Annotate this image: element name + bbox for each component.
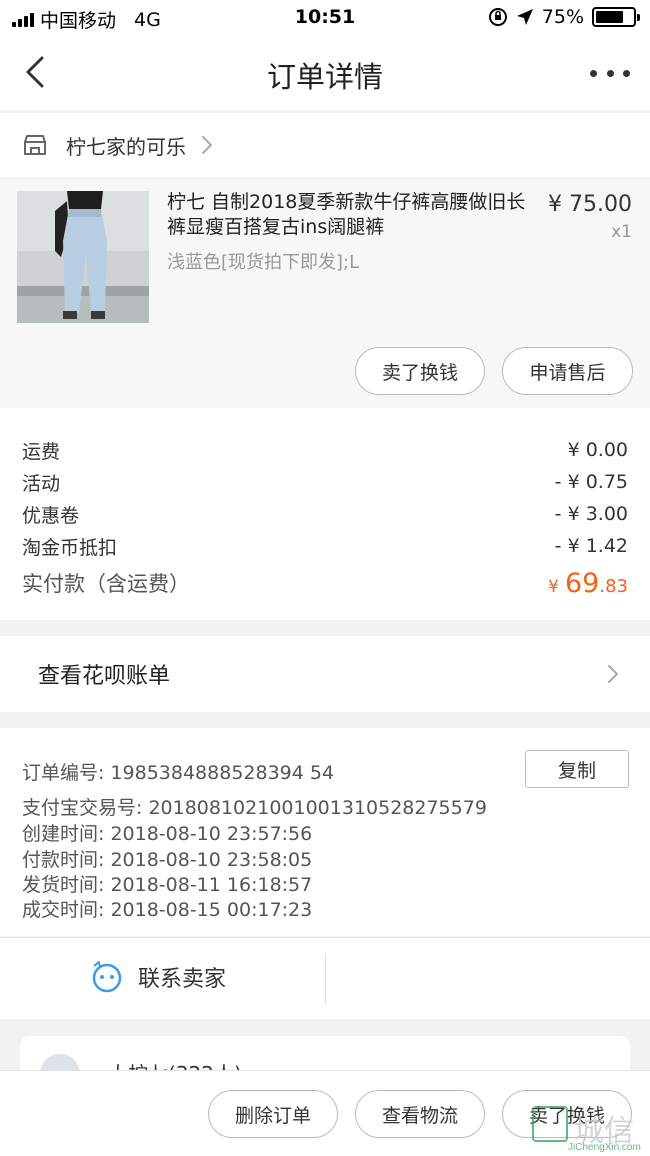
- product-price: ¥ 75.00: [548, 192, 632, 217]
- total-amount: ¥ 69.83: [548, 568, 628, 599]
- product-title[interactable]: 柠七 自制2018夏季新款牛仔裤高腰做旧长裤显瘦百搭复古ins阔腿裤: [167, 190, 527, 240]
- delete-order-button[interactable]: 删除订单: [208, 1090, 338, 1138]
- divider: [325, 954, 326, 1004]
- order-number: 订单编号: 1985384888528394 54: [22, 762, 335, 784]
- battery-icon: [592, 7, 640, 27]
- order-info: 订单编号: 1985384888528394 54 复制 支付宝交易号: 201…: [0, 728, 650, 936]
- sell-button[interactable]: 卖了换钱: [355, 347, 485, 395]
- coin-label: 淘金币抵扣: [22, 536, 118, 559]
- shipping-label: 运费: [22, 440, 61, 463]
- total-label: 实付款（含运费）: [22, 572, 190, 596]
- status-bar: 中国移动 4G 10:51 75%: [0, 0, 650, 36]
- shop-row[interactable]: 柠七家的可乐: [0, 113, 650, 177]
- huabei-bill-row[interactable]: 查看花呗账单: [0, 636, 650, 712]
- view-logistics-button[interactable]: 查看物流: [355, 1090, 485, 1138]
- total-decimal: .83: [599, 575, 628, 597]
- coupon-label: 优惠卷: [22, 504, 80, 527]
- fee-row-shipping: 运费 ¥ 0.00: [22, 434, 628, 466]
- contact-bar: 联系卖家: [0, 937, 650, 1019]
- activity-label: 活动: [22, 472, 61, 495]
- completed-time: 成交时间: 2018-08-15 00:17:23: [22, 899, 313, 921]
- created-time: 创建时间: 2018-08-10 23:57:56: [22, 823, 313, 845]
- alipay-trade-number: 支付宝交易号: 2018081021001001310528275579: [22, 797, 487, 819]
- watermark-en: JiChengXin.com: [568, 1142, 641, 1153]
- fee-row-coin: 淘金币抵扣 - ¥ 1.42: [22, 530, 628, 562]
- fee-summary: 运费 ¥ 0.00 活动 - ¥ 0.75 优惠卷 - ¥ 3.00 淘金币抵扣…: [0, 408, 650, 620]
- total-currency: ¥: [548, 576, 559, 597]
- shipped-time: 发货时间: 2018-08-11 16:18:57: [22, 874, 313, 896]
- product-thumbnail[interactable]: [17, 191, 149, 323]
- product-quantity: x1: [611, 222, 632, 242]
- nav-bar: 订单详情: [0, 36, 650, 110]
- product-spec: 浅蓝色[现货拍下即发];L: [167, 252, 360, 273]
- shipping-value: ¥ 0.00: [567, 439, 628, 461]
- chat-bot-icon: [92, 961, 122, 993]
- watermark-box-icon: [532, 1106, 568, 1142]
- contact-seller-button[interactable]: 联系卖家: [90, 960, 226, 994]
- contact-seller-label: 联系卖家: [138, 967, 227, 992]
- chevron-right-icon: [608, 665, 619, 683]
- coupon-value: - ¥ 3.00: [554, 503, 628, 525]
- chevron-right-icon: [202, 136, 213, 154]
- huabei-label: 查看花呗账单: [38, 664, 171, 689]
- page-title: 订单详情: [266, 60, 383, 94]
- more-icon[interactable]: [590, 58, 630, 88]
- copy-button[interactable]: 复制: [525, 750, 629, 788]
- fee-row-coupon: 优惠卷 - ¥ 3.00: [22, 498, 628, 530]
- coin-value: - ¥ 1.42: [554, 535, 628, 557]
- total-integer: 69: [565, 567, 600, 599]
- after-sale-button[interactable]: 申请售后: [502, 347, 633, 395]
- shop-name: 柠七家的可乐: [66, 134, 186, 159]
- store-icon: [24, 135, 46, 155]
- fee-row-total: 实付款（含运费） ¥ 69.83: [22, 563, 628, 603]
- product-item[interactable]: 柠七 自制2018夏季新款牛仔裤高腰做旧长裤显瘦百搭复古ins阔腿裤 浅蓝色[现…: [0, 180, 650, 408]
- location-icon: [516, 9, 533, 25]
- paid-time: 付款时间: 2018-08-10 23:58:05: [22, 849, 313, 871]
- rotation-lock-icon: [488, 8, 507, 26]
- watermark-logo: 城信 JiChengXin.com: [532, 1104, 650, 1154]
- battery-percent: 75%: [541, 6, 584, 28]
- activity-value: - ¥ 0.75: [554, 471, 628, 493]
- fee-row-activity: 活动 - ¥ 0.75: [22, 466, 628, 498]
